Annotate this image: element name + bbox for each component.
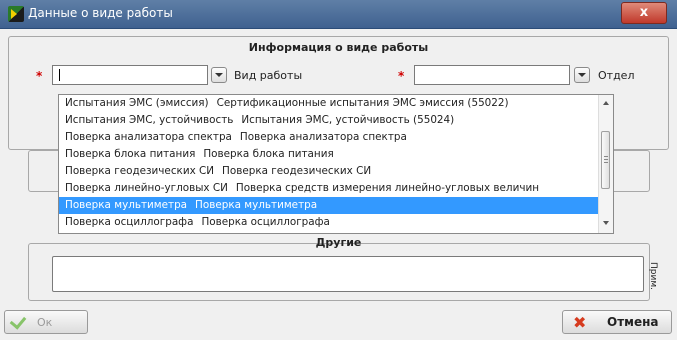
ok-button-label: Ок [37, 316, 53, 329]
dropdown-item-name: Поверка анализатора спектра [239, 131, 407, 143]
required-mark-work-type: * [36, 69, 43, 83]
dropdown-item-code: Поверка блока питания [65, 148, 196, 160]
department-input[interactable] [414, 65, 570, 85]
work-type-input[interactable] [52, 65, 208, 85]
dropdown-item[interactable]: Поверка осциллографа Поверка осциллографа [59, 214, 613, 231]
close-button[interactable]: x [621, 2, 667, 24]
scrollbar-thumb[interactable] [601, 131, 610, 189]
dropdown-item-code: Поверка геодезических СИ [65, 165, 215, 177]
department-dropdown-button[interactable] [574, 67, 590, 83]
dropdown-item[interactable]: Поверка мультиметра Поверка мультиметра [59, 197, 613, 214]
dropdown-scrollbar[interactable] [598, 95, 613, 233]
check-icon [9, 312, 27, 330]
dropdown-item[interactable]: Испытания ЭМС (эмиссия) Сертификационные … [59, 95, 613, 112]
ok-button[interactable]: Ок [4, 310, 88, 334]
chevron-down-icon [215, 73, 223, 77]
dropdown-item[interactable]: Испытания ЭМС, устойчивость Испытания ЭМС… [59, 112, 613, 129]
dropdown-item-name: Сертификационные испытания ЭМС эмиссия (… [216, 97, 509, 109]
work-type-label: Вид работы [234, 69, 303, 82]
dropdown-item-code: Испытания ЭМС, устойчивость [65, 114, 234, 126]
work-type-dropdown-list[interactable]: Испытания ЭМС (эмиссия) Сертификационные … [58, 94, 614, 234]
cancel-button[interactable]: ✖ Отмена [562, 310, 672, 334]
window-title: Данные о виде работы [28, 6, 173, 20]
required-mark-department: * [398, 69, 405, 83]
dropdown-item[interactable]: Поверка линейно-угловых СИ Поверка средст… [59, 180, 613, 197]
scroll-down-icon[interactable] [603, 221, 609, 225]
dropdown-item-name: Поверка геодезических СИ [222, 165, 372, 177]
app-icon [8, 6, 24, 22]
dropdown-item-code: Поверка мультиметра [65, 199, 188, 211]
dropdown-item-name: Поверка осциллографа [201, 216, 330, 228]
others-section-title: Другие [315, 236, 362, 249]
dropdown-item-name: Поверка средств измерения линейно-угловы… [235, 182, 540, 194]
dropdown-item[interactable]: Поверка блока питания Поверка блока питан… [59, 146, 613, 163]
dropdown-item[interactable]: Поверка анализатора спектра Поверка анали… [59, 129, 613, 146]
dropdown-item-name: Испытания ЭМС, устойчивость (55024) [241, 114, 455, 126]
department-label: Отдел [598, 69, 635, 82]
work-type-dropdown-button[interactable] [211, 67, 227, 83]
chevron-down-icon [578, 73, 586, 77]
scroll-up-icon[interactable] [603, 101, 609, 105]
dropdown-item-code: Поверка анализатора спектра [65, 131, 232, 143]
dropdown-item[interactable]: Поверка геодезических СИ Поверка геодезич… [59, 163, 613, 180]
dropdown-item-code: Испытания ЭМС (эмиссия) [65, 97, 209, 109]
cancel-button-label: Отмена [607, 315, 659, 329]
title-bar: Данные о виде работы x [0, 0, 677, 29]
cross-icon: ✖ [573, 313, 587, 332]
note-textarea[interactable] [52, 256, 644, 292]
section-title: Информация о виде работы [248, 41, 429, 54]
dropdown-item-code: Поверка осциллографа [65, 216, 194, 228]
note-label: Прим. [648, 262, 658, 290]
dropdown-item-code: Поверка линейно-угловых СИ [65, 182, 228, 194]
text-caret [59, 69, 60, 81]
dropdown-item-name: Поверка блока питания [203, 148, 334, 160]
dropdown-item-name: Поверка мультиметра [195, 199, 318, 211]
